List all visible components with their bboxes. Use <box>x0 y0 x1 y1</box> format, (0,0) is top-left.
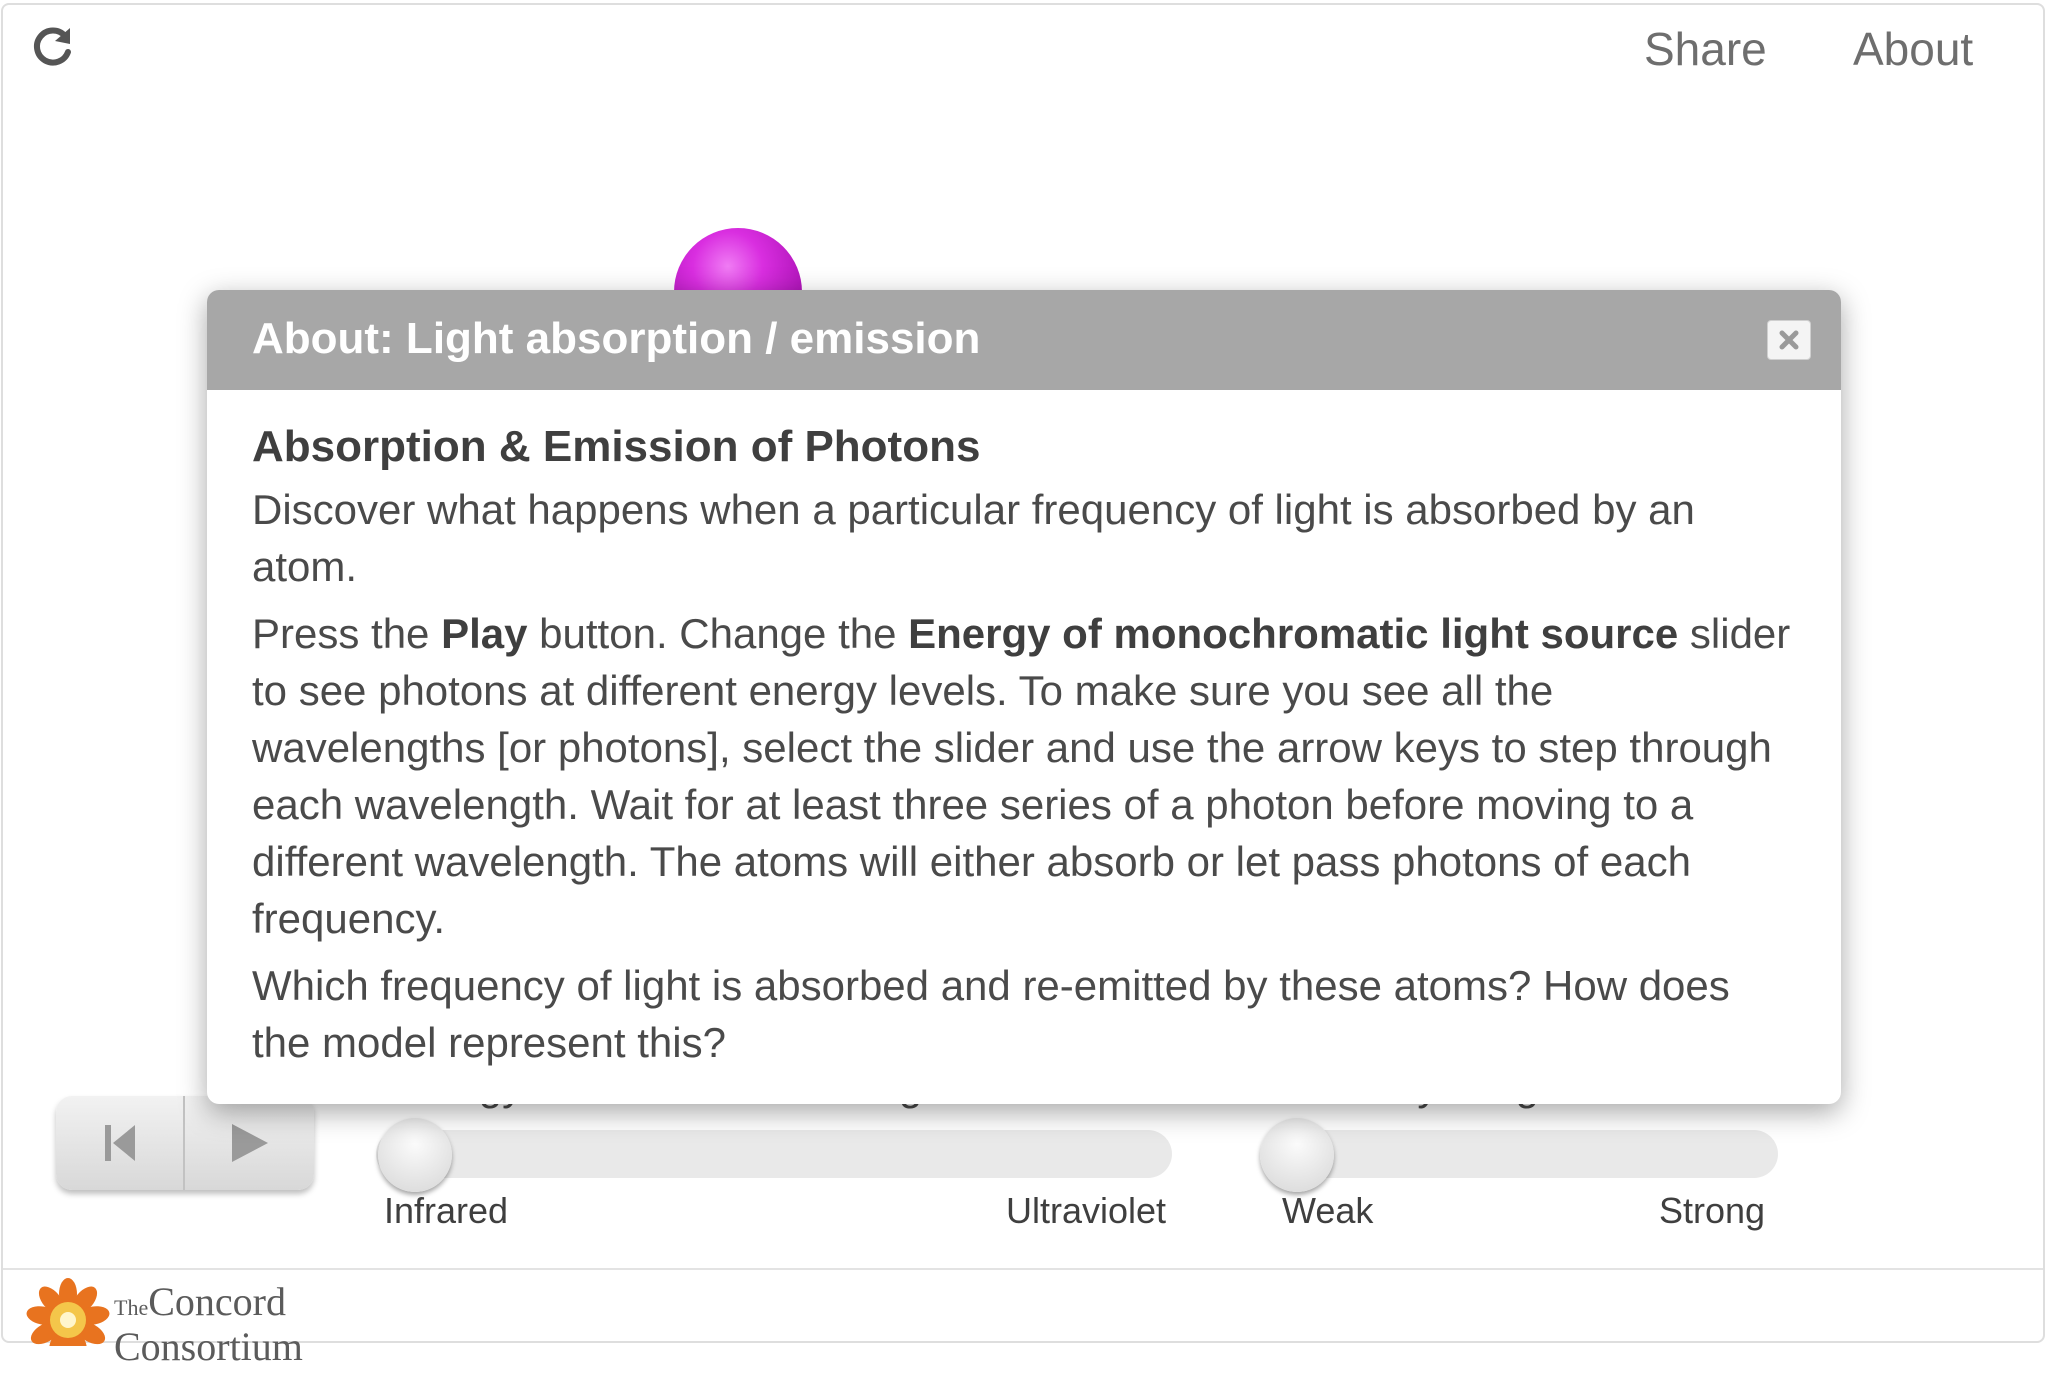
footer-divider <box>3 1268 2043 1270</box>
playback-controls <box>56 1096 314 1190</box>
concord-logo[interactable]: TheConcord Consortium <box>26 1276 346 1367</box>
about-link[interactable]: About <box>1853 22 1973 76</box>
intensity-min-label: Weak <box>1282 1190 1374 1231</box>
intro-paragraph: Discover what happens when a particular … <box>252 486 1695 590</box>
energy-min-label: Infrared <box>384 1190 509 1231</box>
reload-icon[interactable] <box>30 24 76 70</box>
close-button[interactable] <box>1767 320 1811 360</box>
intensity-slider-handle[interactable] <box>1260 1118 1334 1192</box>
close-icon <box>1779 330 1799 350</box>
reset-button[interactable] <box>56 1096 185 1190</box>
play-button[interactable] <box>185 1096 314 1190</box>
dialog-title: About: Light absorption / emission <box>252 314 981 363</box>
sunflower-logo-icon <box>26 1278 110 1360</box>
energy-slider-handle[interactable] <box>378 1118 452 1192</box>
dialog-header: About: Light absorption / emission <box>207 290 1841 390</box>
dialog-body: Absorption & Emission of Photons Discove… <box>207 390 1841 1071</box>
instructions-paragraph: Press the Play button. Change the Energy… <box>252 610 1791 942</box>
energy-max-label: Ultraviolet <box>1006 1190 1167 1231</box>
intensity-slider-track[interactable] <box>1260 1130 1778 1178</box>
question-paragraph: Which frequency of light is absorbed and… <box>252 962 1730 1066</box>
dialog-heading: Absorption & Emission of Photons <box>252 422 981 471</box>
about-dialog: About: Light absorption / emission Absor… <box>207 290 1841 1104</box>
share-link[interactable]: Share <box>1644 22 1767 76</box>
energy-slider-track[interactable] <box>376 1130 1172 1178</box>
skip-back-icon <box>104 1125 135 1161</box>
logo-text: TheConcord Consortium <box>114 1279 303 1369</box>
play-icon <box>231 1124 268 1162</box>
intensity-max-label: Strong <box>1659 1190 1766 1231</box>
